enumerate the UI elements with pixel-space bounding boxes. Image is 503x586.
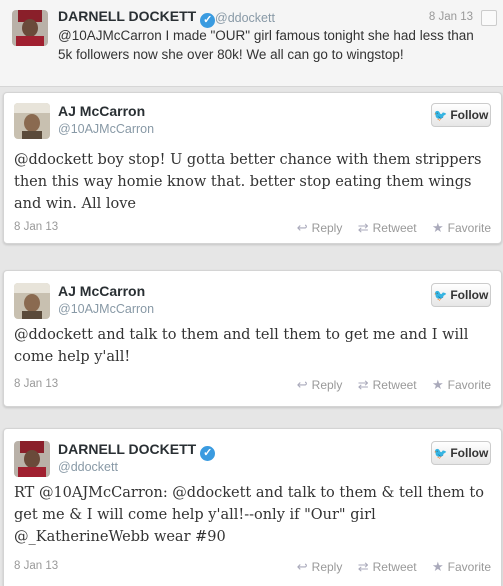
favorite-button[interactable]: ★ Favorite: [432, 377, 491, 393]
favorite-label: Favorite: [447, 221, 491, 235]
avatar[interactable]: [14, 441, 50, 477]
reply-icon: ↩: [296, 220, 308, 235]
expand-icon[interactable]: [481, 10, 497, 26]
reply-button[interactable]: ↩ Reply: [297, 220, 343, 236]
retweet-button[interactable]: ⇄ Retweet: [358, 559, 417, 575]
tweet-text: @ddockett and talk to them and tell them…: [14, 327, 469, 365]
retweet-label: Retweet: [372, 221, 417, 235]
reply-button[interactable]: ↩ Reply: [297, 377, 343, 393]
user-name[interactable]: AJ McCarron: [58, 283, 145, 299]
reply-label: Reply: [311, 221, 343, 235]
favorite-label: Favorite: [447, 560, 491, 574]
tweet-actions: ↩ Reply ⇄ Retweet ★ Favorite: [285, 220, 491, 236]
tweet-actions: ↩ Reply ⇄ Retweet ★ Favorite: [285, 559, 491, 575]
reply-icon: ↩: [296, 559, 308, 574]
user-name-text: DARNELL DOCKETT: [58, 441, 197, 457]
tweet-card: AJ McCarron @10AJMcCarron 🐦 Follow @ddock…: [3, 92, 502, 244]
parent-tweet: DARNELL DOCKETT ✓ @ddockett 8 Jan 13 @10A…: [0, 0, 503, 87]
tweet-actions: ↩ Reply ⇄ Retweet ★ Favorite: [285, 377, 491, 393]
tweet-text: @ddockett boy stop! U gotta better chanc…: [14, 152, 482, 212]
avatar[interactable]: [12, 10, 48, 46]
favorite-label: Favorite: [447, 378, 491, 392]
retweet-icon: ⇄: [357, 377, 369, 392]
retweet-label: Retweet: [372, 560, 417, 574]
user-name[interactable]: DARNELL DOCKETT ✓: [58, 441, 216, 461]
user-name[interactable]: AJ McCarron: [58, 103, 145, 119]
follow-button[interactable]: 🐦 Follow: [431, 103, 491, 127]
retweet-icon: ⇄: [357, 559, 369, 574]
favorite-button[interactable]: ★ Favorite: [432, 220, 491, 236]
tweet-text: RT @10AJMcCarron: @ddockett and talk to …: [14, 485, 484, 545]
retweet-button[interactable]: ⇄ Retweet: [358, 377, 417, 393]
follow-button[interactable]: 🐦 Follow: [431, 441, 491, 465]
user-handle[interactable]: @ddockett: [215, 11, 275, 25]
avatar[interactable]: [14, 103, 50, 139]
reply-icon: ↩: [296, 377, 308, 392]
reply-label: Reply: [311, 378, 343, 392]
twitter-bird-icon: 🐦: [433, 448, 448, 460]
tweet-card: DARNELL DOCKETT ✓ @ddockett 🐦 Follow RT @1…: [3, 428, 502, 586]
tweet-date[interactable]: 8 Jan 13: [14, 221, 58, 233]
user-handle[interactable]: @10AJMcCarron: [58, 302, 154, 316]
twitter-bird-icon: 🐦: [433, 290, 448, 302]
star-icon: ★: [431, 220, 444, 235]
retweet-icon: ⇄: [357, 220, 369, 235]
follow-label: Follow: [450, 288, 489, 302]
reply-button[interactable]: ↩ Reply: [297, 559, 343, 575]
star-icon: ★: [431, 377, 444, 392]
tweet-text: @10AJMcCarron I made "OUR" girl famous t…: [58, 28, 474, 62]
favorite-button[interactable]: ★ Favorite: [432, 559, 491, 575]
follow-button[interactable]: 🐦 Follow: [431, 283, 491, 307]
user-handle[interactable]: @10AJMcCarron: [58, 122, 154, 136]
follow-label: Follow: [450, 446, 489, 460]
verified-icon: ✓: [200, 446, 216, 461]
retweet-label: Retweet: [372, 378, 417, 392]
tweet-date[interactable]: 8 Jan 13: [429, 11, 473, 23]
tweet-date[interactable]: 8 Jan 13: [14, 560, 58, 572]
star-icon: ★: [431, 559, 444, 574]
follow-label: Follow: [450, 108, 489, 122]
user-handle[interactable]: @ddockett: [58, 460, 118, 474]
tweet-date[interactable]: 8 Jan 13: [14, 378, 58, 390]
avatar[interactable]: [14, 283, 50, 319]
user-name[interactable]: DARNELL DOCKETT ✓: [58, 8, 216, 28]
tweet-card: AJ McCarron @10AJMcCarron 🐦 Follow @ddock…: [3, 270, 502, 407]
reply-label: Reply: [311, 560, 343, 574]
twitter-bird-icon: 🐦: [433, 110, 448, 122]
retweet-button[interactable]: ⇄ Retweet: [358, 220, 417, 236]
user-name-text: DARNELL DOCKETT: [58, 8, 197, 24]
